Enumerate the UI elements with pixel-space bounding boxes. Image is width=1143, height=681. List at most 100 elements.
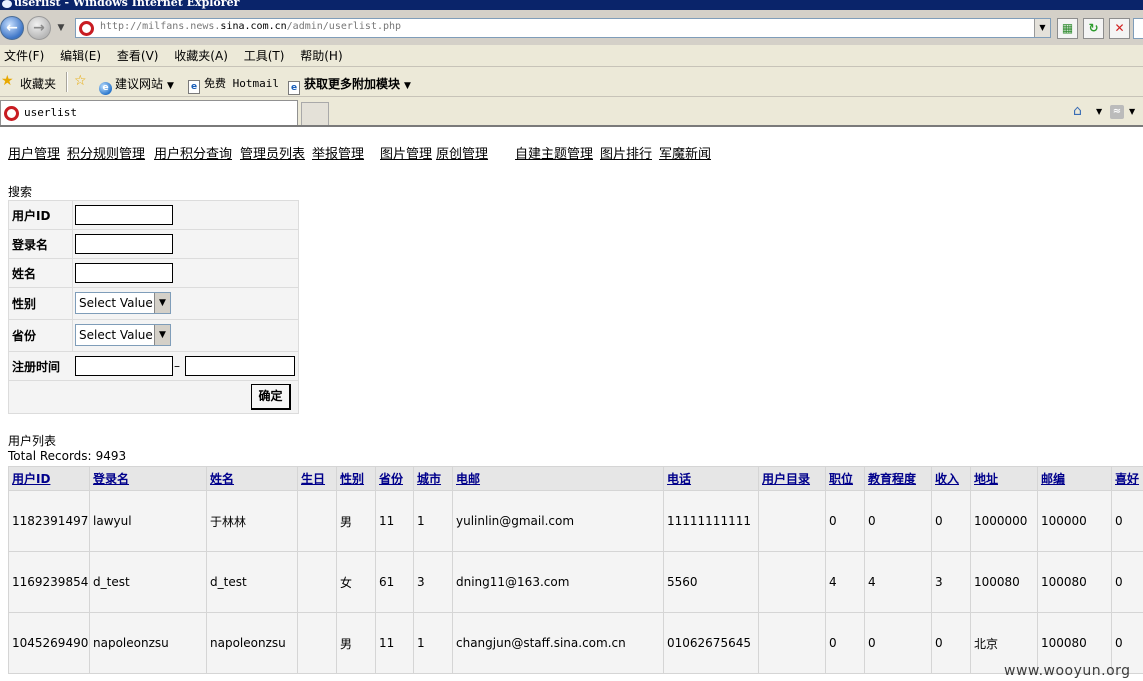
search-box[interactable] bbox=[1133, 18, 1143, 39]
chevron-down-icon: ▼ bbox=[154, 293, 170, 313]
cell-province: 61 bbox=[375, 551, 414, 613]
sort-email-link[interactable]: 电邮 bbox=[456, 472, 480, 486]
back-button[interactable]: ← bbox=[0, 16, 24, 40]
total-records-label: Total Records: bbox=[8, 449, 92, 463]
stop-button[interactable]: ✕ bbox=[1109, 18, 1130, 39]
form-divider bbox=[72, 288, 73, 319]
sort-birthday-link[interactable]: 生日 bbox=[301, 472, 325, 486]
name-input[interactable] bbox=[75, 263, 173, 283]
sort-hobby-link[interactable]: 喜好 bbox=[1115, 472, 1139, 486]
favorites-separator bbox=[66, 72, 68, 92]
form-row-province: 省份 Select Value ▼ bbox=[9, 320, 298, 352]
submit-button[interactable]: 确定 bbox=[251, 384, 291, 410]
url-domain: sina.com.cn bbox=[220, 21, 287, 32]
cell-hobby: 0 bbox=[1111, 490, 1143, 552]
search-form: 用户ID 登录名 姓名 性别 Select Value ▼ 省份 Select V… bbox=[8, 200, 299, 414]
reg-time-end-input[interactable] bbox=[185, 356, 295, 376]
sort-user-dir-link[interactable]: 用户目录 bbox=[762, 472, 810, 486]
compatibility-view-button[interactable]: ▦ bbox=[1057, 18, 1078, 39]
fav-get-addons[interactable]: e 获取更多附加模块 ▼ bbox=[288, 75, 411, 95]
menu-edit[interactable]: 编辑(E) bbox=[56, 45, 101, 67]
nav-admin-list[interactable]: 管理员列表 bbox=[240, 143, 305, 162]
menu-help[interactable]: 帮助(H) bbox=[296, 45, 342, 67]
cell-address: 1000000 bbox=[970, 490, 1038, 552]
sort-address-link[interactable]: 地址 bbox=[974, 472, 998, 486]
recent-pages-dropdown-icon[interactable]: ▼ bbox=[55, 22, 67, 34]
form-row-user-id: 用户ID bbox=[9, 201, 298, 230]
url-text[interactable]: http://milfans.news.sina.com.cn/admin/us… bbox=[100, 21, 401, 32]
cell-user-id: 1169239854 bbox=[8, 551, 90, 613]
new-tab-button[interactable] bbox=[301, 102, 329, 125]
user-id-input[interactable] bbox=[75, 205, 173, 225]
cell-position: 4 bbox=[825, 551, 865, 613]
menu-view[interactable]: 查看(V) bbox=[113, 45, 159, 67]
form-divider bbox=[72, 201, 73, 229]
col-header: 邮编 bbox=[1037, 466, 1112, 491]
cell-email: dning11@163.com bbox=[452, 551, 664, 613]
nav-points-query[interactable]: 用户积分查询 bbox=[154, 143, 232, 162]
nav-report-manage[interactable]: 举报管理 bbox=[312, 143, 364, 162]
cell-phone: 01062675645 bbox=[663, 612, 759, 674]
tab-userlist[interactable]: userlist bbox=[0, 100, 298, 125]
sort-phone-link[interactable]: 电话 bbox=[667, 472, 691, 486]
fav-hotmail[interactable]: e 免费 Hotmail bbox=[188, 75, 279, 94]
name-label: 姓名 bbox=[12, 267, 37, 281]
user-id-label: 用户ID bbox=[12, 209, 51, 223]
cell-hobby: 0 bbox=[1111, 551, 1143, 613]
refresh-button[interactable]: ↻ bbox=[1083, 18, 1104, 39]
nav-military-news[interactable]: 军魔新闻 bbox=[659, 143, 711, 162]
page-icon: e bbox=[188, 80, 200, 94]
nav-image-manage[interactable]: 图片管理 bbox=[380, 143, 432, 162]
sort-login-link[interactable]: 登录名 bbox=[93, 472, 129, 486]
cell-user-dir bbox=[758, 490, 826, 552]
chevron-down-icon[interactable]: ▼ bbox=[1096, 107, 1102, 116]
page-icon: e bbox=[288, 81, 300, 95]
nav-original-manage[interactable]: 原创管理 bbox=[436, 143, 488, 162]
menu-file[interactable]: 文件(F) bbox=[0, 45, 44, 67]
cell-city: 3 bbox=[413, 551, 453, 613]
nav-points-rules[interactable]: 积分规则管理 bbox=[67, 143, 145, 162]
address-dropdown-icon[interactable]: ▼ bbox=[1034, 19, 1050, 37]
reg-time-start-input[interactable] bbox=[75, 356, 173, 376]
nav-user-manage[interactable]: 用户管理 bbox=[8, 143, 60, 162]
form-row-reg-time: 注册时间 – bbox=[9, 352, 298, 381]
sort-position-link[interactable]: 职位 bbox=[829, 472, 853, 486]
province-select[interactable]: Select Value ▼ bbox=[75, 324, 171, 346]
sort-education-link[interactable]: 教育程度 bbox=[868, 472, 916, 486]
sort-city-link[interactable]: 城市 bbox=[417, 472, 441, 486]
forward-button[interactable]: → bbox=[27, 16, 51, 40]
gender-select[interactable]: Select Value ▼ bbox=[75, 292, 171, 314]
cell-income: 0 bbox=[931, 612, 971, 674]
sort-income-link[interactable]: 收入 bbox=[935, 472, 959, 486]
chevron-down-icon[interactable]: ▼ bbox=[1129, 107, 1135, 116]
form-row-gender: 性别 Select Value ▼ bbox=[9, 288, 298, 320]
col-header: 地址 bbox=[970, 466, 1038, 491]
favorites-star-icon[interactable]: ★ bbox=[1, 74, 14, 89]
cell-zip: 100000 bbox=[1037, 490, 1112, 552]
gender-label: 性别 bbox=[12, 297, 37, 311]
menu-favorites[interactable]: 收藏夹(A) bbox=[170, 45, 228, 67]
cell-name: 于林林 bbox=[206, 490, 298, 552]
menu-tools[interactable]: 工具(T) bbox=[240, 45, 285, 67]
add-to-favorites-bar-icon[interactable]: ☆ bbox=[74, 74, 87, 89]
address-field[interactable]: http://milfans.news.sina.com.cn/admin/us… bbox=[75, 18, 1051, 38]
province-label: 省份 bbox=[12, 329, 37, 343]
fav-suggested-sites[interactable]: e 建议网站 ▼ bbox=[99, 75, 174, 95]
window-title: userlist - Windows Internet Explorer bbox=[14, 0, 240, 9]
col-header: 用户目录 bbox=[758, 466, 826, 491]
nav-image-rank[interactable]: 图片排行 bbox=[600, 143, 652, 162]
rss-feed-icon[interactable]: ≈ bbox=[1110, 105, 1124, 119]
cell-zip: 100080 bbox=[1037, 551, 1112, 613]
nav-topic-manage[interactable]: 自建主题管理 bbox=[515, 143, 593, 162]
cell-education: 0 bbox=[864, 490, 932, 552]
home-icon[interactable]: ⌂ bbox=[1073, 104, 1089, 119]
sort-zip-link[interactable]: 邮编 bbox=[1041, 472, 1065, 486]
sort-province-link[interactable]: 省份 bbox=[379, 472, 403, 486]
sort-user-id-link[interactable]: 用户ID bbox=[12, 472, 50, 486]
sort-gender-link[interactable]: 性别 bbox=[340, 472, 364, 486]
sort-name-link[interactable]: 姓名 bbox=[210, 472, 234, 486]
form-row-login: 登录名 bbox=[9, 230, 298, 259]
favorites-button[interactable]: 收藏夹 bbox=[20, 75, 56, 92]
col-header: 收入 bbox=[931, 466, 971, 491]
login-name-input[interactable] bbox=[75, 234, 173, 254]
